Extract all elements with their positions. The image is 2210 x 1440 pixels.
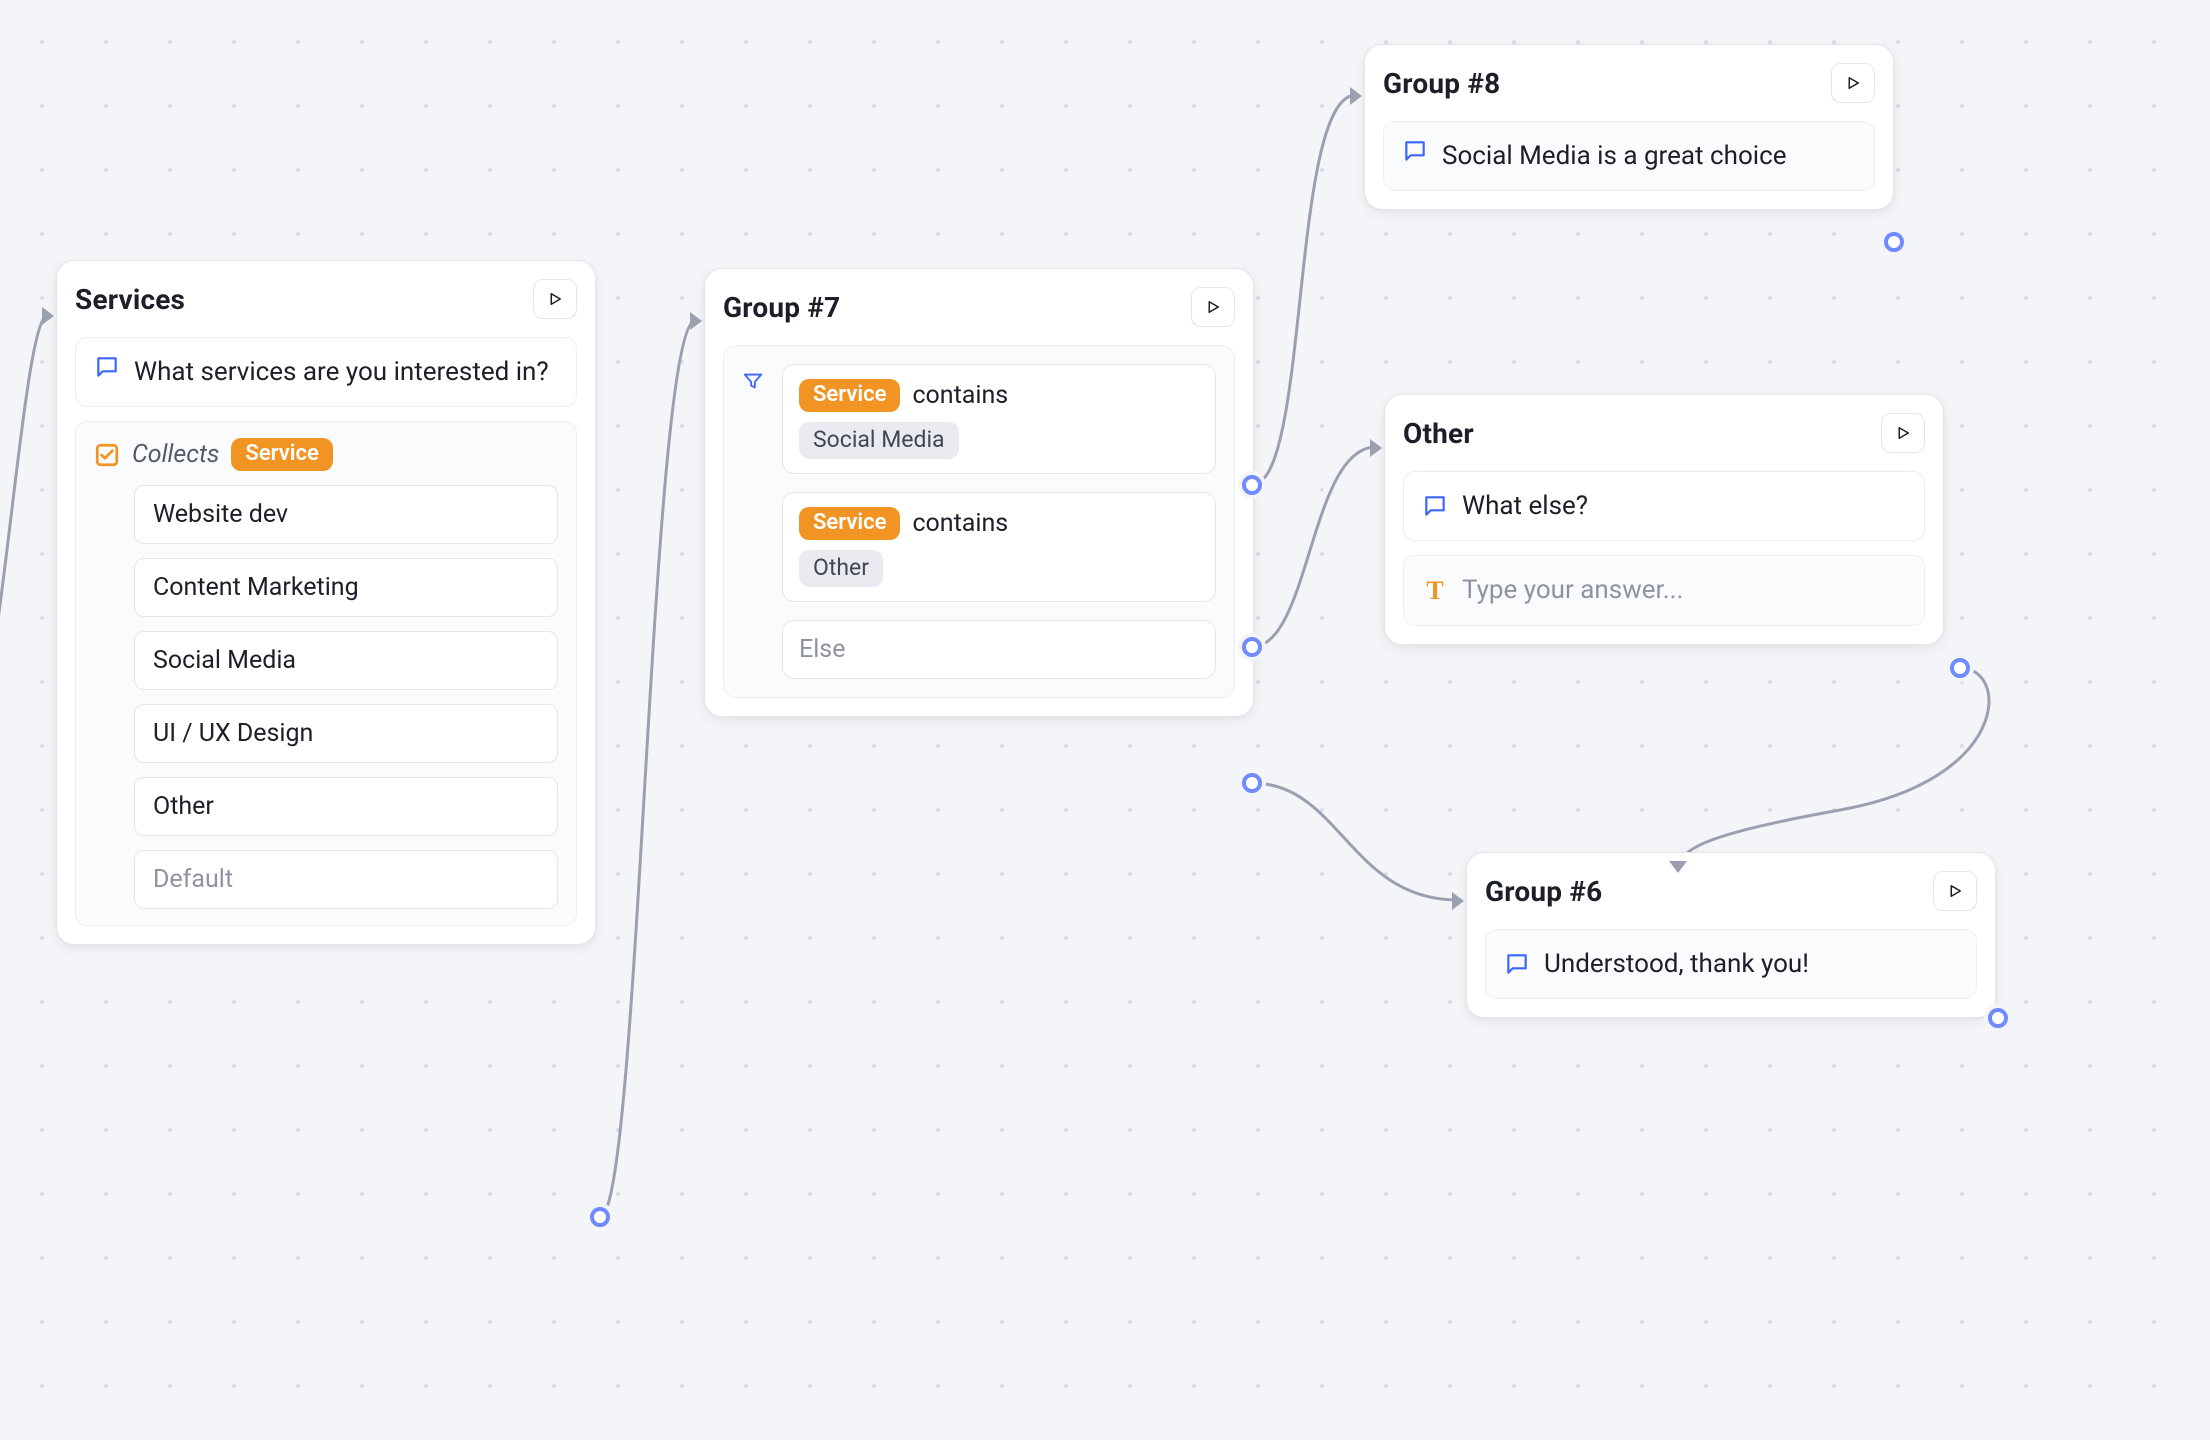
option-item[interactable]: UI / UX Design [134, 704, 558, 763]
option-item[interactable]: Website dev [134, 485, 558, 544]
arrow-in-group6-left [1452, 892, 1464, 910]
node-title: Group #7 [723, 291, 840, 324]
node-other[interactable]: Other What else? T Type your answer... [1384, 394, 1944, 645]
port-group7-else[interactable] [1242, 773, 1262, 793]
chat-icon [1402, 138, 1428, 164]
text-input-block[interactable]: T Type your answer... [1403, 555, 1925, 625]
option-item[interactable]: Social Media [134, 631, 558, 690]
play-icon [546, 290, 564, 308]
arrow-in-group8 [1350, 87, 1362, 105]
variable-pill: Service [799, 379, 900, 412]
option-default[interactable]: Default [134, 850, 558, 909]
chat-icon [94, 354, 120, 380]
arrow-in-group6-top [1669, 861, 1687, 873]
condition-item[interactable]: Service contains Social Media [782, 364, 1216, 474]
option-item[interactable]: Content Marketing [134, 558, 558, 617]
message-block[interactable]: Social Media is a great choice [1383, 121, 1875, 191]
option-list: Website dev Content Marketing Social Med… [94, 485, 558, 909]
play-icon [1894, 424, 1912, 442]
play-button[interactable] [1881, 413, 1925, 453]
port-group7-cond2[interactable] [1242, 637, 1262, 657]
flow-canvas[interactable]: .edge{fill:none;stroke:#9aa0b0;stroke-wi… [0, 0, 2210, 1440]
arrow-in-services [42, 307, 54, 325]
condition-op: contains [912, 509, 1008, 538]
question-text: What else? [1462, 488, 1588, 524]
condition-value: Social Media [799, 422, 959, 459]
collect-block[interactable]: Collects Service Website dev Content Mar… [75, 421, 577, 926]
text-input-icon: T [1422, 576, 1448, 606]
node-title: Other [1403, 417, 1474, 450]
node-title: Services [75, 283, 185, 316]
variable-pill: Service [231, 438, 332, 471]
port-other-out[interactable] [1950, 658, 1970, 678]
port-group6-out[interactable] [1988, 1008, 2008, 1028]
filter-icon [742, 370, 764, 679]
node-title: Group #6 [1485, 875, 1602, 908]
node-group8[interactable]: Group #8 Social Media is a great choice [1364, 44, 1894, 210]
node-group6[interactable]: Group #6 Understood, thank you! [1466, 852, 1996, 1018]
option-item[interactable]: Other [134, 777, 558, 836]
chat-icon [1422, 493, 1448, 519]
message-text: Social Media is a great choice [1442, 138, 1787, 174]
play-icon [1204, 298, 1222, 316]
port-group7-cond1[interactable] [1242, 475, 1262, 495]
variable-pill: Service [799, 507, 900, 540]
port-group8-out[interactable] [1884, 232, 1904, 252]
condition-block[interactable]: Service contains Social Media Service co… [723, 345, 1235, 698]
condition-item[interactable]: Service contains Other [782, 492, 1216, 602]
play-button[interactable] [1831, 63, 1875, 103]
checkbox-icon [94, 442, 120, 468]
play-button[interactable] [1191, 287, 1235, 327]
text-input-placeholder: Type your answer... [1462, 572, 1683, 608]
message-block[interactable]: Understood, thank you! [1485, 929, 1977, 999]
play-button[interactable] [1933, 871, 1977, 911]
question-block[interactable]: What services are you interested in? [75, 337, 577, 407]
condition-op: contains [912, 381, 1008, 410]
play-button[interactable] [533, 279, 577, 319]
arrow-in-group7 [690, 312, 702, 330]
condition-value: Other [799, 550, 883, 587]
node-group7[interactable]: Group #7 Service contains Social Media [704, 268, 1254, 717]
question-block[interactable]: What else? [1403, 471, 1925, 541]
message-text: Understood, thank you! [1544, 946, 1809, 982]
arrow-in-other [1370, 439, 1382, 457]
chat-icon [1504, 951, 1530, 977]
play-icon [1946, 882, 1964, 900]
question-text: What services are you interested in? [134, 354, 549, 390]
play-icon [1844, 74, 1862, 92]
collects-label: Collects [132, 440, 219, 469]
condition-else[interactable]: Else [782, 620, 1216, 679]
node-services[interactable]: Services What services are you intereste… [56, 260, 596, 945]
port-services-default[interactable] [590, 1207, 610, 1227]
node-title: Group #8 [1383, 67, 1500, 100]
